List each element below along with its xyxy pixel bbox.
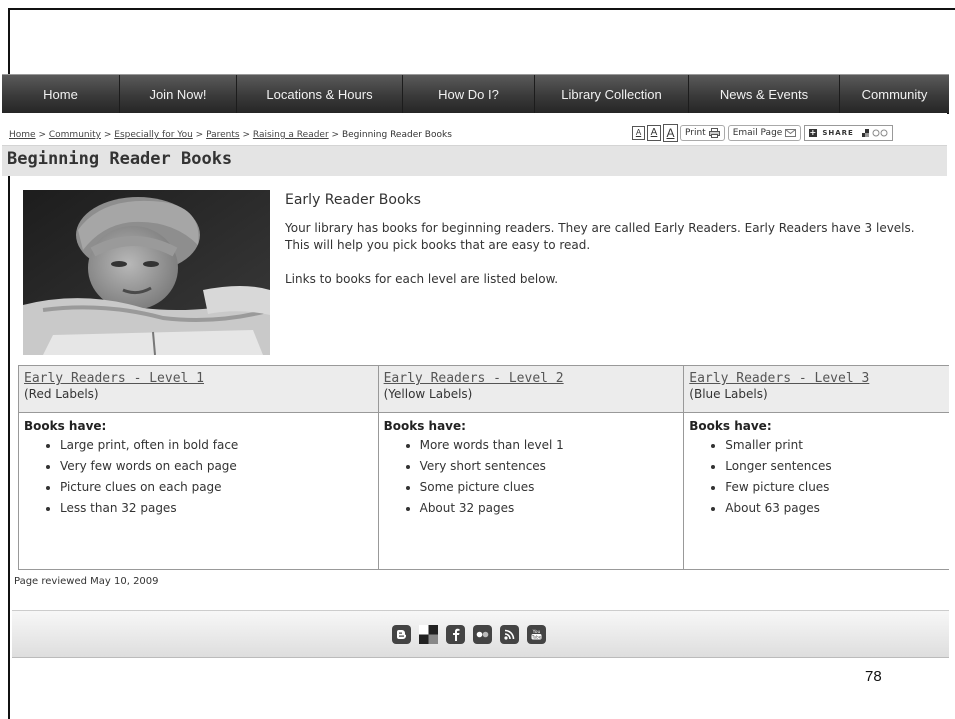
blogger-icon[interactable] — [392, 625, 411, 644]
level-2-body: Books have: More words than level 1 Very… — [379, 413, 684, 519]
books-have-heading: Books have: — [24, 419, 107, 433]
breadcrumb-current: Beginning Reader Books — [341, 130, 452, 140]
list-item: Less than 32 pages — [60, 498, 373, 519]
level-3-link[interactable]: Early Readers - Level 3 — [689, 371, 944, 386]
breadcrumb-parents[interactable]: Parents — [206, 130, 240, 140]
level-2-column: Early Readers - Level 2 (Yellow Labels) … — [378, 366, 685, 569]
level-1-column: Early Readers - Level 1 (Red Labels) Boo… — [19, 366, 379, 569]
level-1-body: Books have: Large print, often in bold f… — [19, 413, 378, 519]
intro-heading: Early Reader Books — [285, 192, 421, 208]
nav-item-news-events[interactable]: News & Events — [689, 75, 840, 113]
breadcrumb-separator: > — [103, 130, 112, 140]
breadcrumb-separator: > — [38, 130, 46, 140]
list-item: Picture clues on each page — [60, 477, 373, 498]
font-size-medium-button[interactable]: A — [647, 125, 661, 141]
breadcrumb-separator: > — [195, 130, 204, 140]
breadcrumb-separator: > — [331, 130, 340, 140]
list-item: About 32 pages — [420, 498, 679, 519]
level-2-label-color: (Yellow Labels) — [383, 387, 473, 401]
level-2-link[interactable]: Early Readers - Level 2 — [384, 371, 679, 386]
page-tools: A A A Print Email Page + SHARE — [632, 124, 893, 142]
breadcrumb: Home > Community > Especially for You > … — [9, 130, 452, 140]
list-item: Some picture clues — [420, 477, 679, 498]
plus-icon: + — [809, 128, 818, 137]
svg-text:Tube: Tube — [531, 634, 542, 639]
nav-item-community[interactable]: Community — [840, 75, 949, 113]
nav-item-home[interactable]: Home — [2, 75, 120, 113]
breadcrumb-especially-for-you[interactable]: Especially for You — [114, 130, 193, 140]
list-item: Longer sentences — [725, 456, 944, 477]
print-button[interactable]: Print — [680, 125, 725, 141]
breadcrumb-separator: > — [242, 130, 251, 140]
child-reading-illustration — [23, 190, 270, 355]
breadcrumb-home[interactable]: Home — [9, 130, 36, 140]
level-2-feature-list: More words than level 1 Very short sente… — [384, 435, 679, 519]
intro-section: Early Reader Books Your library has book… — [285, 192, 935, 305]
level-1-label-color: (Red Labels) — [24, 387, 99, 401]
list-item: Very short sentences — [420, 456, 679, 477]
intro-links-note: Links to books for each level are listed… — [285, 272, 559, 286]
list-item: About 63 pages — [725, 498, 944, 519]
level-3-body: Books have: Smaller print Longer sentenc… — [684, 413, 949, 519]
share-services-icon — [861, 129, 888, 137]
levels-table: Early Readers - Level 1 (Red Labels) Boo… — [18, 365, 949, 570]
top-navigation: Home Join Now! Locations & Hours How Do … — [2, 74, 949, 114]
youtube-icon[interactable]: You Tube — [527, 625, 546, 644]
books-have-heading: Books have: — [689, 419, 772, 433]
list-item: Very few words on each page — [60, 456, 373, 477]
books-have-heading: Books have: — [383, 419, 466, 433]
breadcrumb-bar: Home > Community > Especially for You > … — [2, 113, 947, 146]
rss-icon[interactable] — [500, 625, 519, 644]
envelope-icon — [785, 129, 797, 137]
breadcrumb-community[interactable]: Community — [49, 130, 101, 140]
list-item: Large print, often in bold face — [60, 435, 373, 456]
share-button[interactable]: + SHARE — [804, 125, 893, 141]
intro-paragraph: Your library has books for beginning rea… — [285, 221, 915, 252]
level-3-feature-list: Smaller print Longer sentences Few pictu… — [689, 435, 944, 519]
delicious-icon[interactable] — [419, 625, 438, 644]
level-1-header: Early Readers - Level 1 (Red Labels) — [19, 366, 378, 413]
font-size-small-button[interactable]: A — [632, 126, 645, 140]
nav-item-locations-hours[interactable]: Locations & Hours — [237, 75, 403, 113]
font-size-large-button[interactable]: A — [663, 124, 678, 142]
level-3-column: Early Readers - Level 3 (Blue Labels) Bo… — [684, 366, 949, 569]
title-bar: Beginning Reader Books — [2, 146, 947, 176]
printer-icon — [708, 128, 720, 138]
nav-item-join-now[interactable]: Join Now! — [120, 75, 237, 113]
slide-number: 78 — [865, 668, 882, 685]
child-reading-photo — [23, 190, 270, 355]
level-2-header: Early Readers - Level 2 (Yellow Labels) — [378, 366, 684, 413]
print-label: Print — [685, 128, 706, 138]
list-item: More words than level 1 — [420, 435, 679, 456]
flickr-icon[interactable] — [473, 625, 492, 644]
level-1-feature-list: Large print, often in bold face Very few… — [24, 435, 373, 519]
nav-item-library-collection[interactable]: Library Collection — [535, 75, 689, 113]
email-page-button[interactable]: Email Page — [727, 125, 802, 141]
social-icons: You Tube — [392, 625, 546, 644]
list-item: Few picture clues — [725, 477, 944, 498]
page-title: Beginning Reader Books — [7, 149, 233, 169]
list-item: Smaller print — [725, 435, 944, 456]
nav-item-how-do-i[interactable]: How Do I? — [403, 75, 535, 113]
level-1-link[interactable]: Early Readers - Level 1 — [24, 371, 373, 386]
footer-bar: You Tube — [12, 610, 949, 658]
email-page-label: Email Page — [732, 128, 783, 138]
page-reviewed-date: Page reviewed May 10, 2009 — [14, 576, 159, 587]
share-label: SHARE — [822, 129, 854, 137]
level-3-label-color: (Blue Labels) — [689, 387, 768, 401]
breadcrumb-raising-a-reader[interactable]: Raising a Reader — [253, 130, 329, 140]
level-3-header: Early Readers - Level 3 (Blue Labels) — [684, 366, 949, 413]
facebook-icon[interactable] — [446, 625, 465, 644]
